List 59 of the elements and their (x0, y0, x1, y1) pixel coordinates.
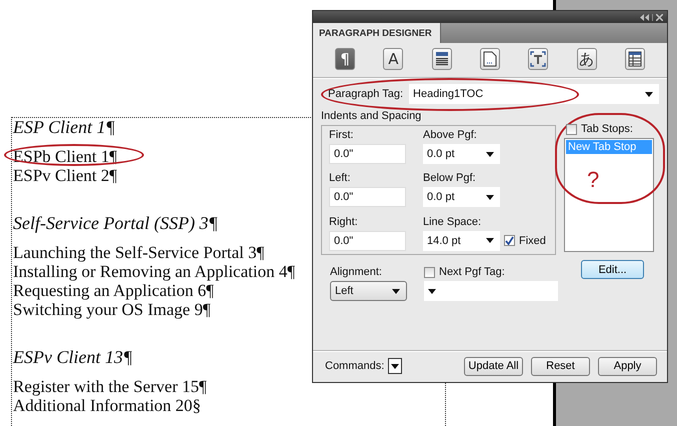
field-label: Above Pgf: (423, 129, 478, 141)
toc-entry: Launching the Self-Service Portal 3¶ (13, 243, 264, 262)
dropdown-arrow-icon (486, 238, 494, 244)
toc-entry: Register with the Server 15¶ (13, 377, 207, 396)
toc-entry: Requesting an Application 6¶ (13, 281, 214, 300)
toc-entry: Additional Information 20§ (13, 396, 201, 415)
page-icon[interactable] (480, 48, 500, 70)
toc-heading: Self-Service Portal (SSP) 3¶ (13, 213, 218, 233)
toc-entry: ESPb Client 1¶ (13, 147, 118, 166)
collapse-icon[interactable] (640, 14, 649, 20)
field-label: Paragraph Tag: (328, 88, 404, 100)
dropdown-arrow-icon (486, 152, 494, 156)
field-label: Left: (329, 172, 352, 184)
toolbar-button[interactable]: あ (576, 48, 597, 70)
input-field[interactable]: 0.0" (329, 187, 406, 208)
table-icon[interactable] (624, 48, 645, 70)
field-label: Alignment: (330, 266, 383, 278)
tab-stops-list[interactable]: New Tab Stop ? (564, 138, 654, 252)
paragraph-tag-combo[interactable]: Heading1TOC (409, 84, 659, 104)
toolbar-button[interactable]: ¶ (335, 48, 355, 70)
checkbox[interactable] (424, 266, 435, 278)
checkbox[interactable] (504, 235, 515, 246)
toc-entry: ESPv Client 2¶ (13, 166, 118, 185)
dropdown-arrow-icon (645, 92, 653, 96)
dropdown[interactable]: 14.0 pt (423, 230, 500, 251)
dropdown[interactable]: 0.0 pt (423, 187, 500, 208)
close-icon[interactable] (656, 14, 663, 20)
commands-menu-button[interactable] (388, 358, 402, 374)
toc-heading: ESPv Client 13¶ (13, 347, 132, 367)
caret-icon (391, 364, 400, 368)
field-label: First: (329, 129, 354, 141)
field-label: Below Pgf: (423, 172, 477, 184)
panel-button[interactable]: Apply (598, 356, 657, 376)
dropdown-arrow-icon (428, 288, 436, 294)
checkbox-label: Tab Stops: (581, 123, 633, 135)
input-field[interactable]: 0.0" (329, 144, 406, 164)
group-title: Indents and Spacing (321, 109, 422, 123)
lines-icon[interactable] (432, 48, 452, 70)
panel-tab[interactable]: PARAGRAPH DESIGNER (313, 23, 441, 43)
checkbox-label: Next Pgf Tag: (439, 266, 505, 278)
toc-entry: Switching your OS Image 9¶ (13, 300, 211, 319)
commands-label: Commands: (325, 360, 384, 372)
input-field[interactable]: 0.0" (329, 230, 406, 251)
question-mark: ? (587, 169, 600, 191)
dropdown-arrow-icon (392, 288, 400, 294)
dropdown-arrow-icon (486, 194, 494, 200)
field-label: Line Space: (423, 216, 482, 228)
panel-button[interactable]: Update All (464, 356, 523, 376)
dropdown[interactable]: 0.0 pt (423, 144, 500, 164)
toolbar-button[interactable]: A (383, 48, 404, 70)
field-label: Right: (329, 216, 359, 228)
edit-button[interactable]: Edit... (581, 260, 644, 279)
panel-button[interactable]: Reset (531, 356, 590, 376)
checkbox[interactable] (566, 124, 577, 134)
alignment-dropdown[interactable]: Left (330, 281, 407, 301)
toc-heading: ESP Client 1¶ (13, 117, 116, 137)
frame-icon[interactable] (528, 48, 548, 70)
toc-entry: Installing or Removing an Application 4¶ (13, 262, 296, 281)
checkbox-label: Fixed (519, 234, 546, 247)
